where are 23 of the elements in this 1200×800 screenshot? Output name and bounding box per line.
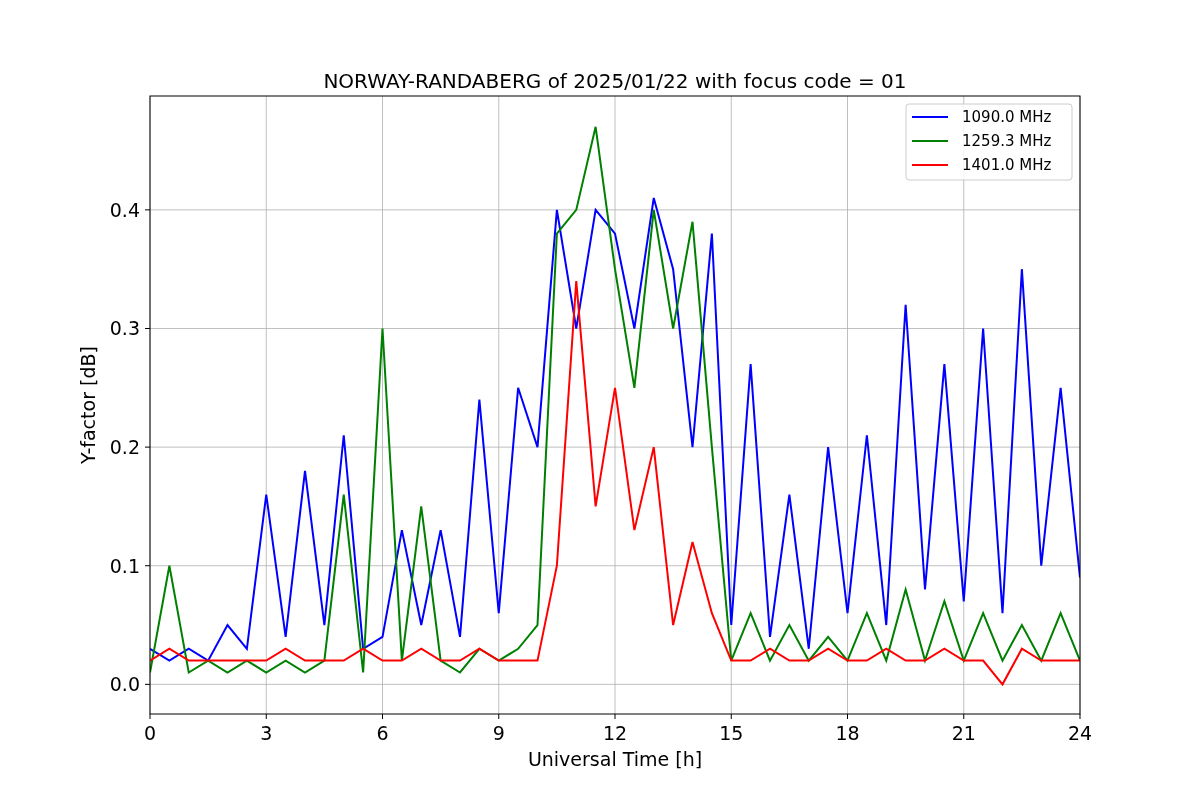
tick-label: 3 bbox=[260, 722, 273, 744]
tick-label: 0.3 bbox=[109, 317, 140, 340]
axis-label: Universal Time [h] bbox=[527, 748, 703, 770]
legend-label: 1259.3 MHz bbox=[962, 132, 1052, 150]
tick-label: 6 bbox=[376, 722, 389, 744]
tick-label: 9 bbox=[492, 722, 505, 744]
tick-label: 0.4 bbox=[109, 198, 140, 221]
tick-label: 0.0 bbox=[109, 673, 140, 696]
legend-label: 1401.0 MHz bbox=[962, 156, 1052, 174]
tick-label: 0.1 bbox=[109, 554, 140, 577]
tick-label: 0 bbox=[143, 722, 157, 744]
chart-title: NORWAY-RANDABERG of 2025/01/22 with focus code = 01 bbox=[323, 69, 907, 93]
tick-label: 0.2 bbox=[109, 436, 140, 459]
legend-line-icon bbox=[911, 140, 949, 142]
axis-label: Y-factor [dB] bbox=[77, 346, 99, 464]
tick-label: 12 bbox=[602, 722, 628, 744]
tick-label: 18 bbox=[835, 722, 860, 744]
legend-label: 1090.0 MHz bbox=[962, 108, 1052, 126]
tick-label: 24 bbox=[1067, 722, 1093, 744]
tick-label: 15 bbox=[719, 722, 744, 744]
legend-line-icon bbox=[911, 164, 949, 166]
tick-label: 21 bbox=[951, 722, 976, 744]
legend-line-icon bbox=[911, 116, 949, 118]
